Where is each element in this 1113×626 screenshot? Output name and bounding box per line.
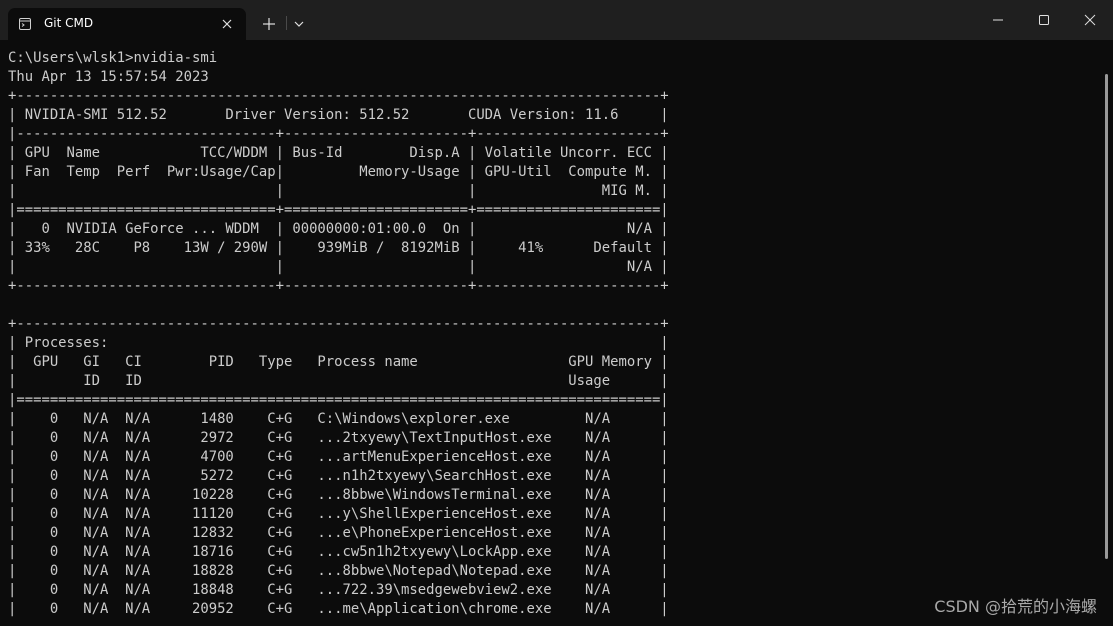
terminal-line: +---------------------------------------… [8,316,669,332]
terminal-line: | 0 N/A N/A 18716 C+G ...cw5n1h2txyewy\L… [8,544,669,560]
tab-close-icon[interactable] [218,15,236,33]
terminal-line: |-------------------------------+-------… [8,126,669,142]
terminal-line: | Processes: | [8,335,669,351]
terminal-line: | Fan Temp Perf Pwr:Usage/Cap| Memory-Us… [8,164,669,180]
terminal-line: +---------------------------------------… [8,88,669,104]
terminal-window: Git CMD C:\Users\wlsk1>nvidia-smi Thu Ap… [0,0,1113,626]
tab-label: Git CMD [44,16,94,30]
chevron-down-icon[interactable] [291,16,307,32]
terminal-line: Thu Apr 13 15:57:54 2023 [8,69,209,85]
terminal-line: | 0 N/A N/A 18848 C+G ...722.39\msedgewe… [8,582,669,598]
terminal-line: | 0 N/A N/A 5272 C+G ...n1h2txyewy\Searc… [8,468,669,484]
close-icon [1084,14,1096,26]
terminal-line: | ID ID Usage | [8,373,669,389]
watermark-text: CSDN @拾荒的小海螺 [934,597,1097,616]
terminal-line: | 0 N/A N/A 18828 C+G ...8bbwe\Notepad\N… [8,563,669,579]
terminal-line: | 0 N/A N/A 10228 C+G ...8bbwe\WindowsTe… [8,487,669,503]
minimize-button[interactable] [975,0,1021,40]
terminal-line: | 0 NVIDIA GeForce ... WDDM | 00000000:0… [8,221,669,237]
plus-icon[interactable] [259,14,279,34]
terminal-line: | 0 N/A N/A 1480 C+G C:\Windows\explorer… [8,411,669,427]
minimize-icon [993,19,1003,21]
terminal-line: | 0 N/A N/A 12832 C+G ...e\PhoneExperien… [8,525,669,541]
terminal-line: | GPU GI CI PID Type Process name GPU Me… [8,354,669,370]
terminal-icon [19,17,31,30]
tab-divider [286,16,287,30]
close-button[interactable] [1067,0,1113,40]
tab-git-cmd[interactable]: Git CMD [8,8,246,40]
terminal-line: | 33% 28C P8 13W / 290W | 939MiB / 8192M… [8,240,669,256]
terminal-output[interactable]: C:\Users\wlsk1>nvidia-smi Thu Apr 13 15:5… [8,49,669,619]
scrollbar[interactable] [1105,74,1108,559]
terminal-line: | 0 N/A N/A 20952 C+G ...me\Application\… [8,601,669,617]
terminal-line: | 0 N/A N/A 2972 C+G ...2txyewy\TextInpu… [8,430,669,446]
terminal-line: | GPU Name TCC/WDDM | Bus-Id Disp.A | Vo… [8,145,669,161]
terminal-line: | NVIDIA-SMI 512.52 Driver Version: 512.… [8,107,669,123]
maximize-button[interactable] [1021,0,1067,40]
terminal-line: | | | MIG M. | [8,183,669,199]
title-bar: Git CMD [0,0,1113,40]
terminal-line: |===============================+=======… [8,202,669,218]
maximize-icon [1039,15,1049,25]
terminal-line: | | | N/A | [8,259,669,275]
terminal-line: C:\Users\wlsk1>nvidia-smi [8,50,218,66]
terminal-line: |=======================================… [8,392,669,408]
terminal-line: +-------------------------------+-------… [8,278,669,294]
terminal-line: | 0 N/A N/A 11120 C+G ...y\ShellExperien… [8,506,669,522]
terminal-line: | 0 N/A N/A 4700 C+G ...artMenuExperienc… [8,449,669,465]
